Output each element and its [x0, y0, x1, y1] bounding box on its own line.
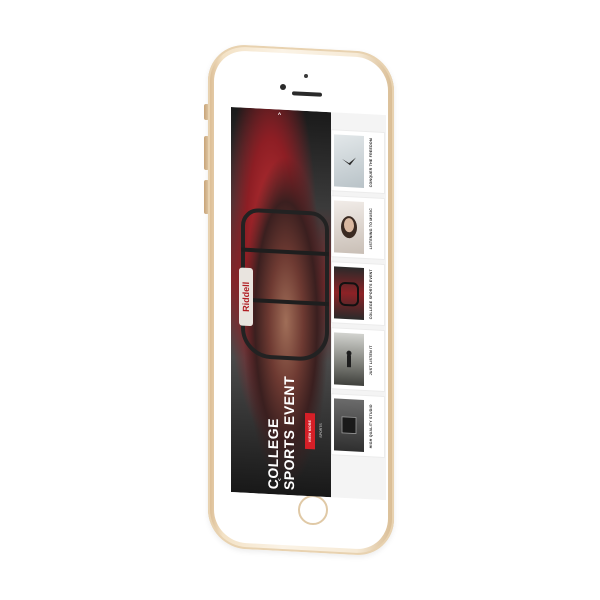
scroll-up-arrow-icon[interactable]: ˄: [277, 112, 282, 123]
hero-title: COLLEGE SPORTS EVENT: [265, 375, 297, 491]
list-item[interactable]: LISTENING TO MUSIC: [332, 196, 384, 260]
product-render-stage: Riddell ˄ COLLEGE SPORTS EVENT VIEW MORE…: [0, 0, 600, 600]
helmet-facemask: [241, 207, 329, 363]
helmet-icon: [334, 266, 364, 320]
proximity-sensor: [304, 74, 308, 78]
list-item[interactable]: HIGH QUALITY STUDIO: [332, 394, 384, 458]
hero-banner[interactable]: Riddell ˄ COLLEGE SPORTS EVENT VIEW MORE…: [231, 107, 331, 498]
bird-icon: [334, 134, 364, 188]
scroll-down-arrow-icon[interactable]: ˅: [277, 478, 282, 489]
field-icon: [334, 332, 364, 386]
list-item[interactable]: JUST LISTEN IT: [332, 328, 384, 392]
helmet-badge-text: Riddell: [241, 281, 251, 313]
list-item-title: LISTENING TO MUSIC: [369, 207, 373, 250]
list-item-title: COLLEGE SPORTS EVENT: [369, 269, 373, 320]
list-item-title: CONQUER THE FREEDOM: [369, 137, 373, 188]
headphones-icon: [334, 200, 364, 254]
app-screen: Riddell ˄ COLLEGE SPORTS EVENT VIEW MORE…: [231, 107, 386, 501]
front-camera: [280, 84, 286, 90]
article-list: CONQUER THE FREEDOM LISTENING TO MUSIC C…: [332, 130, 384, 500]
list-item[interactable]: COLLEGE SPORTS EVENT: [332, 262, 384, 326]
home-button[interactable]: [298, 495, 328, 525]
list-item-title: HIGH QUALITY STUDIO: [369, 404, 373, 449]
hero-view-button[interactable]: VIEW MORE: [305, 412, 315, 450]
list-item-title: JUST LISTEN IT: [369, 345, 373, 376]
list-item[interactable]: CONQUER THE FREEDOM: [332, 130, 384, 194]
hero-category: SPORTS: [319, 423, 323, 438]
studio-icon: [334, 398, 364, 452]
